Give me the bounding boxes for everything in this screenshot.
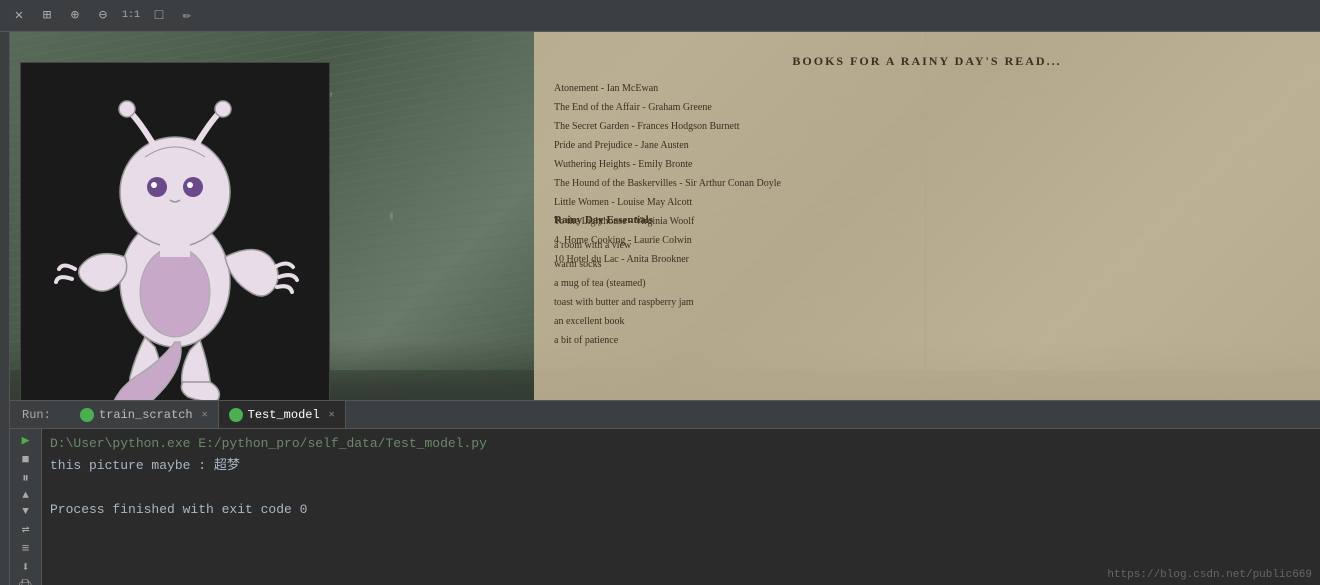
tab-close-train[interactable]: ✕	[202, 409, 208, 421]
tab-label-train: train_scratch	[99, 408, 193, 422]
zoom-in-icon[interactable]: ⊕	[64, 5, 86, 27]
tab-train-scratch[interactable]: train_scratch ✕	[70, 401, 219, 428]
book-item-4: Pride and Prejudice - Jane Austen	[554, 138, 1300, 154]
tab-close-test[interactable]: ✕	[329, 409, 335, 421]
cross-icon[interactable]: ✕	[8, 5, 30, 27]
tab-label-test: Test_model	[248, 408, 320, 422]
align-button[interactable]: ≡	[15, 541, 37, 556]
book-item-3: The Secret Garden - Frances Hodgson Burn…	[554, 119, 1300, 135]
rainy-essentials-title: Rainy Day Essentials	[554, 212, 694, 230]
tab-icon-test	[229, 408, 243, 422]
run-output-line1: this picture maybe : 超梦	[50, 455, 1312, 477]
actual-size-icon[interactable]: 1:1	[120, 5, 142, 27]
up-button[interactable]: ▲	[15, 490, 37, 502]
print-button[interactable]: 🖨	[15, 579, 37, 585]
image-area: BOOKS FOR A RAINY DAY'S READ... Atonemen…	[10, 32, 1320, 585]
rainy-essentials-list: a room with a view warm socks a mug of t…	[554, 236, 694, 350]
grid-icon[interactable]: ⊞	[36, 5, 58, 27]
run-panel: Run: train_scratch ✕ Test_model ✕ ▶ ■ ⏸	[10, 400, 1320, 585]
book-item-1: Atonement - Ian McEwan	[554, 81, 1300, 97]
book-text: BOOKS FOR A RAINY DAY'S READ... Atonemen…	[534, 32, 1320, 400]
book-item-5: Wuthering Heights - Emily Bronte	[554, 157, 1300, 173]
run-output-area: D:\User\python.exe E:/python_pro/self_da…	[42, 429, 1320, 525]
book-title: BOOKS FOR A RAINY DAY'S READ...	[554, 52, 1300, 71]
book-item-6: The Hound of the Baskervilles - Sir Arth…	[554, 176, 1300, 192]
main-area: BOOKS FOR A RAINY DAY'S READ... Atonemen…	[0, 32, 1320, 585]
import-button[interactable]: ⬇	[15, 560, 37, 575]
book-item-7: Little Women - Louise May Alcott	[554, 195, 1300, 211]
fit-icon[interactable]: □	[148, 5, 170, 27]
play-button[interactable]: ▶	[15, 433, 37, 448]
run-toolbar-side: ▶ ■ ⏸ ▲ ▼ ⇌ ≡ ⬇ 🖨	[10, 429, 42, 585]
url-text: https://blog.csdn.net/public669	[1107, 569, 1312, 581]
book-item-2: The End of the Affair - Graham Greene	[554, 100, 1300, 116]
zoom-out-icon[interactable]: ⊖	[92, 5, 114, 27]
stop-button[interactable]: ■	[15, 452, 37, 467]
toolbar: ✕ ⊞ ⊕ ⊖ 1:1 □ ✏	[0, 0, 1320, 32]
mewtwo-svg	[35, 82, 315, 402]
book-overlay: BOOKS FOR A RAINY DAY'S READ... Atonemen…	[534, 32, 1320, 400]
run-exit-line: Process finished with exit code 0	[50, 499, 1312, 521]
url-bar: https://blog.csdn.net/public669	[1107, 569, 1312, 581]
run-output-line2	[50, 477, 1312, 499]
pause-button[interactable]: ⏸	[15, 471, 37, 486]
pencil-icon[interactable]: ✏	[176, 5, 198, 27]
left-sidebar	[0, 32, 10, 585]
down-button[interactable]: ▼	[15, 506, 37, 518]
run-tabs: Run: train_scratch ✕ Test_model ✕	[10, 401, 1320, 429]
mewtwo-image	[20, 62, 330, 422]
tab-icon-train	[80, 408, 94, 422]
wrap-button[interactable]: ⇌	[15, 522, 37, 537]
tab-test-model[interactable]: Test_model ✕	[219, 401, 346, 428]
run-label: Run:	[10, 401, 63, 429]
run-command-line: D:\User\python.exe E:/python_pro/self_da…	[50, 433, 1312, 455]
